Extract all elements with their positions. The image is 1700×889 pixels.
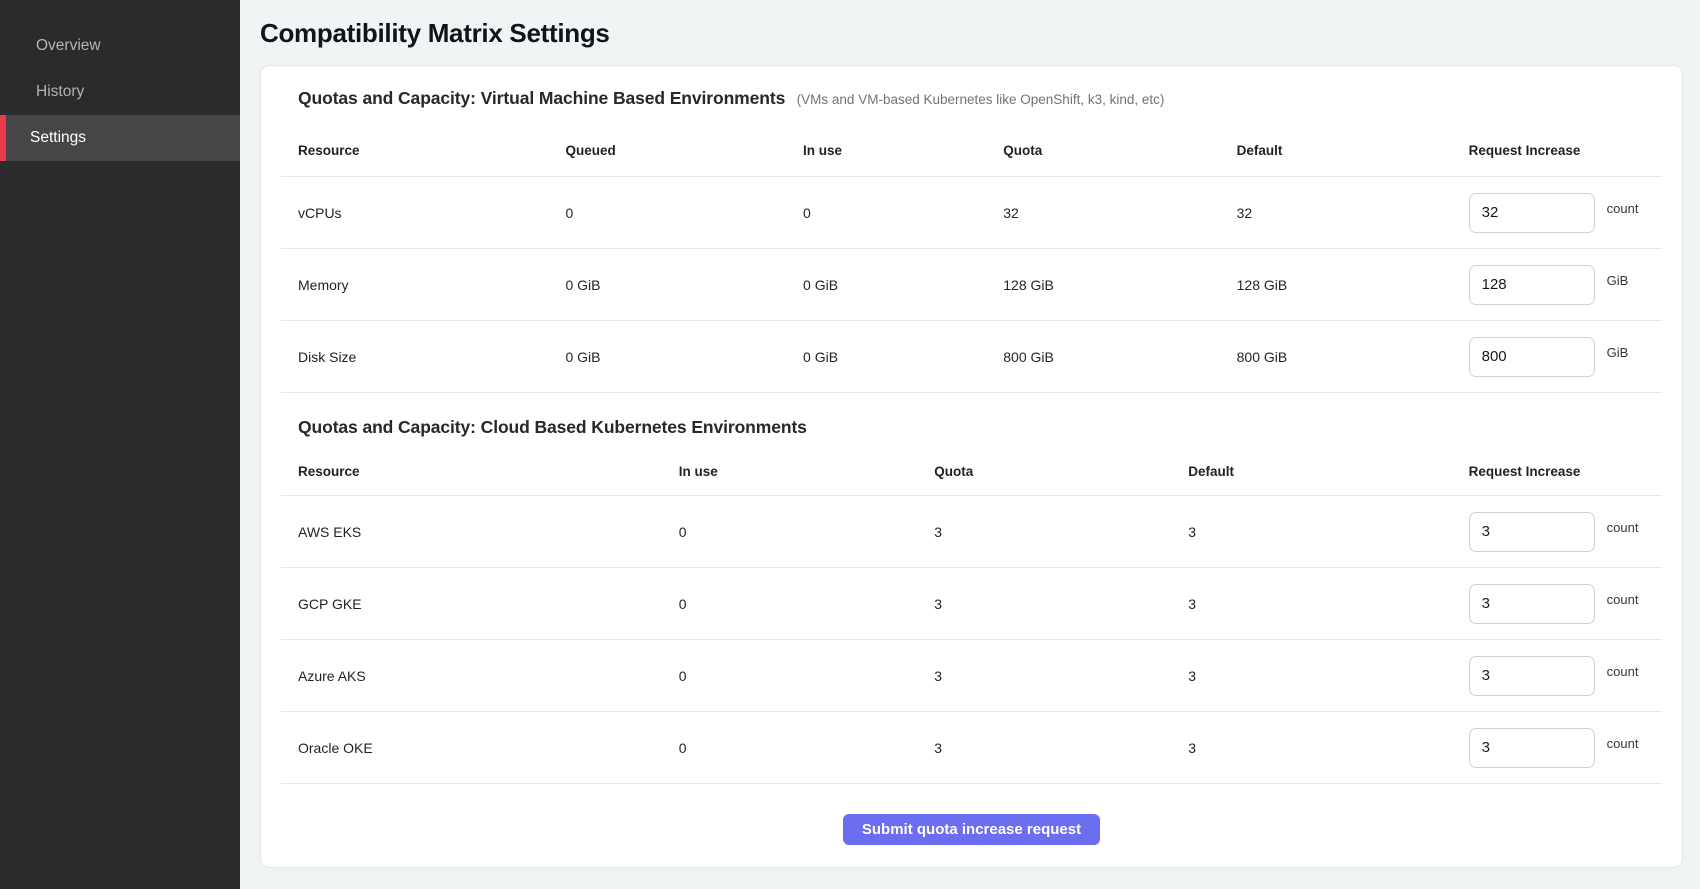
table-row-aws-eks: AWS EKS 0 3 3 count	[281, 496, 1662, 568]
cloud-table-header: Resource In use Quota Default Request In…	[281, 438, 1662, 496]
table-row-azure-aks: Azure AKS 0 3 3 count	[281, 640, 1662, 712]
vm-section-subtitle: (VMs and VM-based Kubernetes like OpenSh…	[797, 92, 1165, 107]
in-use-value: 0	[679, 668, 934, 684]
unit-label: count	[1607, 201, 1639, 216]
quota-value: 3	[934, 524, 1188, 540]
vm-col-in-use: In use	[803, 143, 1003, 158]
vm-section-title: Quotas and Capacity: Virtual Machine Bas…	[298, 88, 785, 108]
aws-eks-request-input[interactable]	[1469, 512, 1595, 552]
quota-value: 3	[934, 596, 1188, 612]
sidebar: Overview History Settings	[0, 0, 240, 889]
resource-name: Azure AKS	[281, 668, 679, 684]
in-use-value: 0	[679, 596, 934, 612]
azure-aks-request-input[interactable]	[1469, 656, 1595, 696]
table-row-gcp-gke: GCP GKE 0 3 3 count	[281, 568, 1662, 640]
in-use-value: 0	[803, 205, 1003, 221]
default-value: 3	[1188, 596, 1468, 612]
table-row-vcpus: vCPUs 0 0 32 32 count	[281, 177, 1662, 249]
default-value: 128 GiB	[1237, 277, 1469, 293]
resource-name: Disk Size	[281, 349, 565, 365]
vm-col-resource: Resource	[281, 143, 565, 158]
sidebar-item-settings-label: Settings	[30, 129, 86, 147]
unit-label: GiB	[1607, 345, 1629, 360]
cloud-section-header: Quotas and Capacity: Cloud Based Kuberne…	[298, 417, 1662, 438]
sidebar-item-overview-label: Overview	[36, 37, 101, 55]
unit-label: count	[1607, 520, 1639, 535]
sidebar-item-history-label: History	[36, 83, 84, 101]
resource-name: AWS EKS	[281, 524, 679, 540]
vm-col-request-increase: Request Increase	[1469, 143, 1662, 158]
table-row-disk-size: Disk Size 0 GiB 0 GiB 800 GiB 800 GiB Gi…	[281, 321, 1662, 393]
cloud-col-request-increase: Request Increase	[1469, 464, 1662, 479]
default-value: 3	[1188, 668, 1468, 684]
quota-value: 32	[1003, 205, 1236, 221]
in-use-value: 0	[679, 740, 934, 756]
submit-quota-increase-button[interactable]: Submit quota increase request	[843, 814, 1100, 845]
quota-value: 3	[934, 668, 1188, 684]
vm-col-queued: Queued	[565, 143, 803, 158]
resource-name: Memory	[281, 277, 565, 293]
main-content: Compatibility Matrix Settings Quotas and…	[240, 0, 1700, 889]
vm-table-header: Resource Queued In use Quota Default Req…	[281, 109, 1662, 177]
cloud-section-title: Quotas and Capacity: Cloud Based Kuberne…	[298, 417, 807, 437]
resource-name: GCP GKE	[281, 596, 679, 612]
cloud-col-default: Default	[1188, 464, 1468, 479]
page-title: Compatibility Matrix Settings	[260, 18, 1683, 49]
sidebar-item-history[interactable]: History	[0, 69, 240, 115]
sidebar-item-settings[interactable]: Settings	[0, 115, 240, 161]
cloud-col-quota: Quota	[934, 464, 1188, 479]
vm-col-quota: Quota	[1003, 143, 1236, 158]
resource-name: vCPUs	[281, 205, 565, 221]
queued-value: 0	[565, 205, 803, 221]
vcpus-request-input[interactable]	[1469, 193, 1595, 233]
quota-value: 3	[934, 740, 1188, 756]
table-row-oracle-oke: Oracle OKE 0 3 3 count	[281, 712, 1662, 784]
memory-request-input[interactable]	[1469, 265, 1595, 305]
queued-value: 0 GiB	[565, 349, 803, 365]
quota-settings-card: Quotas and Capacity: Virtual Machine Bas…	[260, 65, 1683, 868]
queued-value: 0 GiB	[565, 277, 803, 293]
default-value: 800 GiB	[1237, 349, 1469, 365]
unit-label: count	[1607, 664, 1639, 679]
resource-name: Oracle OKE	[281, 740, 679, 756]
in-use-value: 0 GiB	[803, 349, 1003, 365]
cloud-col-in-use: In use	[679, 464, 934, 479]
in-use-value: 0	[679, 524, 934, 540]
in-use-value: 0 GiB	[803, 277, 1003, 293]
unit-label: GiB	[1607, 273, 1629, 288]
default-value: 32	[1237, 205, 1469, 221]
disk-size-request-input[interactable]	[1469, 337, 1595, 377]
oracle-oke-request-input[interactable]	[1469, 728, 1595, 768]
vm-col-default: Default	[1237, 143, 1469, 158]
submit-row: Submit quota increase request	[281, 814, 1662, 845]
gcp-gke-request-input[interactable]	[1469, 584, 1595, 624]
quota-value: 800 GiB	[1003, 349, 1236, 365]
unit-label: count	[1607, 592, 1639, 607]
unit-label: count	[1607, 736, 1639, 751]
quota-value: 128 GiB	[1003, 277, 1236, 293]
default-value: 3	[1188, 524, 1468, 540]
default-value: 3	[1188, 740, 1468, 756]
table-row-memory: Memory 0 GiB 0 GiB 128 GiB 128 GiB GiB	[281, 249, 1662, 321]
sidebar-item-overview[interactable]: Overview	[0, 23, 240, 69]
cloud-col-resource: Resource	[281, 464, 679, 479]
vm-section-header: Quotas and Capacity: Virtual Machine Bas…	[298, 88, 1662, 109]
